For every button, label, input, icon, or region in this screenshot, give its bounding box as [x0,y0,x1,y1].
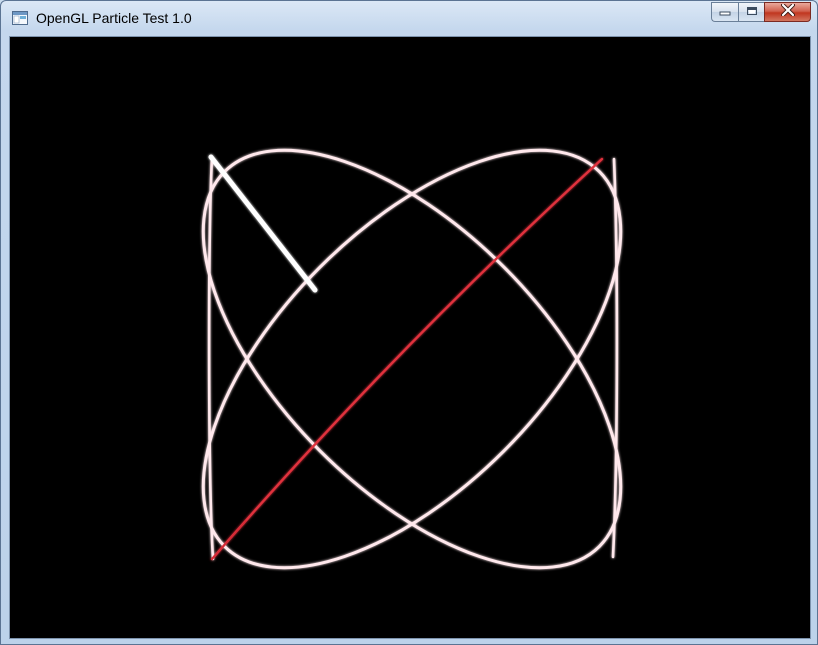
minimize-icon [719,3,731,21]
particle-trail-red [210,157,604,561]
particle-loop-right [611,157,619,559]
minimize-button[interactable] [711,2,738,22]
particle-loop-left [207,155,215,561]
maximize-icon [746,3,758,21]
close-button[interactable] [764,2,811,22]
app-window: OpenGL Particle Test 1.0 [0,0,818,645]
particle-trail-red-tail [211,520,247,560]
particle-trail-head [208,154,318,293]
particle-render [201,148,623,570]
title-bar[interactable]: OpenGL Particle Test 1.0 [1,1,817,35]
opengl-canvas[interactable] [9,36,811,639]
maximize-button[interactable] [738,2,764,22]
window-title: OpenGL Particle Test 1.0 [36,10,192,26]
close-icon [780,3,795,21]
caption-buttons [711,2,811,22]
app-window-icon[interactable] [12,11,28,25]
